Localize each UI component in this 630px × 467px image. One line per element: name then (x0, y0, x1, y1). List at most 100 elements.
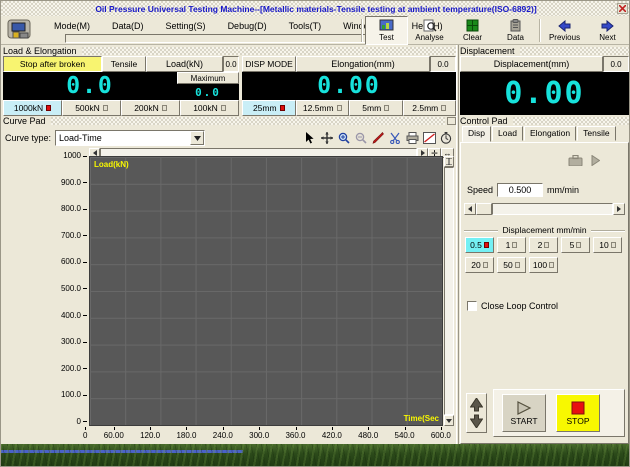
speed-100-button[interactable]: 100 (529, 257, 558, 273)
curve-type-select[interactable]: Load-Time (55, 130, 205, 146)
close-loop-checkbox[interactable] (467, 301, 477, 311)
zoom-in-icon[interactable] (336, 131, 352, 146)
vertical-splitter[interactable] (456, 45, 459, 444)
slider-thumb[interactable] (476, 203, 492, 215)
slider-left-icon[interactable] (464, 203, 476, 215)
panel-icons (568, 155, 600, 166)
elongation-range-5mm-button[interactable]: 5mm (349, 100, 403, 116)
speed-row: Speed mm/min (467, 183, 579, 197)
elongation-range-2-5mm-button[interactable]: 2.5mm (403, 100, 457, 116)
toolbar-data-button[interactable]: Data (494, 16, 537, 45)
chart-plot-area[interactable]: Load(kN) Time(Sec (89, 156, 443, 426)
speed-indicator (512, 242, 517, 248)
range-indicator (441, 105, 446, 111)
curve-pad-group: Curve Pad Curve type: Load-Time (3, 116, 456, 444)
elongation-header: Elongation(mm) (296, 56, 430, 72)
speed-input[interactable] (497, 183, 543, 197)
displacement-header-value: 0.0 (603, 56, 629, 72)
tensile-mode-button[interactable]: Tensile (102, 56, 146, 72)
scroll-down-icon[interactable] (444, 415, 454, 426)
speed-2-button[interactable]: 2 (529, 237, 558, 253)
close-loop-label: Close Loop Control (481, 301, 558, 311)
tab-elongation[interactable]: Elongation (524, 126, 576, 141)
speed-0-5-button[interactable]: 0.5 (465, 237, 494, 253)
chart-vscrollbar[interactable] (444, 156, 454, 426)
curve-window-icon[interactable] (421, 131, 437, 146)
toolbar-separator (539, 19, 541, 42)
load-range-100kn-button[interactable]: 100kN (180, 100, 239, 116)
pen-tool-icon[interactable] (370, 131, 386, 146)
elongation-range-12-5mm-button[interactable]: 12.5mm (296, 100, 350, 116)
speed-5-button[interactable]: 5 (561, 237, 590, 253)
menu-tools[interactable]: Tools(T) (278, 20, 333, 33)
speed-10-button[interactable]: 10 (593, 237, 622, 253)
tab-disp[interactable]: Disp (462, 126, 491, 142)
elongation-range-25mm-button[interactable]: 25mm (242, 100, 296, 116)
speed-indicator (611, 242, 616, 248)
toolbar-test-label: Test (379, 33, 394, 42)
toolbar-previous-button[interactable]: Previous (543, 16, 586, 45)
load-header-value: 0.0 (223, 56, 239, 72)
start-stop-panel: START STOP (493, 389, 625, 437)
stop-button[interactable]: STOP (556, 394, 600, 432)
chart-xlabel: Time(Sec (404, 414, 439, 423)
curve-pad-label: Curve Pad (3, 116, 51, 126)
toolbar-next-button[interactable]: Next (586, 16, 629, 45)
load-range-1000kn-button[interactable]: 1000kN (3, 100, 62, 116)
menu-mode[interactable]: Mode(M) (43, 20, 101, 33)
print-icon[interactable] (404, 131, 420, 146)
load-range-200kn-button[interactable]: 200kN (121, 100, 180, 116)
curve-type-value: Load-Time (56, 133, 190, 143)
disp-mode-button[interactable]: DISP MODE (242, 56, 296, 72)
jog-up-down-button[interactable] (466, 393, 487, 433)
speed-label: Speed (467, 185, 493, 195)
fit-vertical-icon[interactable] (444, 156, 454, 167)
speed-1-button[interactable]: 1 (497, 237, 526, 253)
desktop-wallpaper (1, 444, 630, 467)
load-value: 0.0 (3, 72, 177, 100)
control-pad-header-strip: Control Pad (460, 116, 629, 126)
play-icon[interactable] (591, 155, 600, 166)
clear-icon (465, 19, 480, 32)
stop-after-broken-button[interactable]: Stop after broken (3, 56, 102, 72)
menu-data[interactable]: Data(D) (101, 20, 155, 33)
displacement-header-strip: Displacement (460, 46, 629, 56)
cursor-tool-icon[interactable] (302, 131, 318, 146)
close-loop-row: Close Loop Control (467, 301, 558, 311)
curve-pad-header-strip: Curve Pad (3, 116, 456, 126)
start-button[interactable]: START (502, 394, 546, 432)
zoom-out-icon[interactable] (353, 131, 369, 146)
menu-setting[interactable]: Setting(S) (155, 20, 217, 33)
next-arrow-icon (600, 20, 615, 32)
range-indicator (280, 105, 285, 111)
scissors-tool-icon[interactable] (387, 131, 403, 146)
toolbar: Test Analyse Clear Data Previous Next (359, 16, 629, 45)
speed-20-button[interactable]: 20 (465, 257, 494, 273)
toolbar-test-button[interactable]: Test (365, 16, 408, 45)
menu-debug[interactable]: Debug(D) (217, 20, 278, 33)
curve-pad-restore-icon[interactable] (447, 117, 456, 125)
speed-slider[interactable] (464, 203, 625, 215)
speed-indicator (549, 262, 554, 268)
test-icon (379, 19, 394, 32)
slider-right-icon[interactable] (613, 203, 625, 215)
timer-icon[interactable] (438, 131, 454, 146)
crosshair-tool-icon[interactable] (319, 131, 335, 146)
speed-50-button[interactable]: 50 (497, 257, 526, 273)
desktop-selection-strip (1, 450, 243, 453)
load-range-500kn-button[interactable]: 500kN (62, 100, 121, 116)
tab-load[interactable]: Load (492, 126, 523, 141)
up-down-arrows-icon (470, 398, 483, 428)
curve-type-label: Curve type: (5, 133, 51, 143)
toolbar-analyse-button[interactable]: Analyse (408, 16, 451, 45)
analyse-icon (422, 19, 437, 32)
toolbar-clear-button[interactable]: Clear (451, 16, 494, 45)
curve-type-dropdown-button[interactable] (190, 131, 204, 145)
tab-tensile[interactable]: Tensile (577, 126, 615, 141)
range-indicator (162, 105, 167, 111)
maximum-label: Maximum (177, 72, 239, 84)
close-button[interactable] (617, 3, 628, 14)
control-pad-label: Control Pad (460, 116, 513, 126)
app-window: Oil Pressure Universal Testing Machine--… (0, 0, 630, 467)
toolbar-data-label: Data (507, 33, 524, 42)
